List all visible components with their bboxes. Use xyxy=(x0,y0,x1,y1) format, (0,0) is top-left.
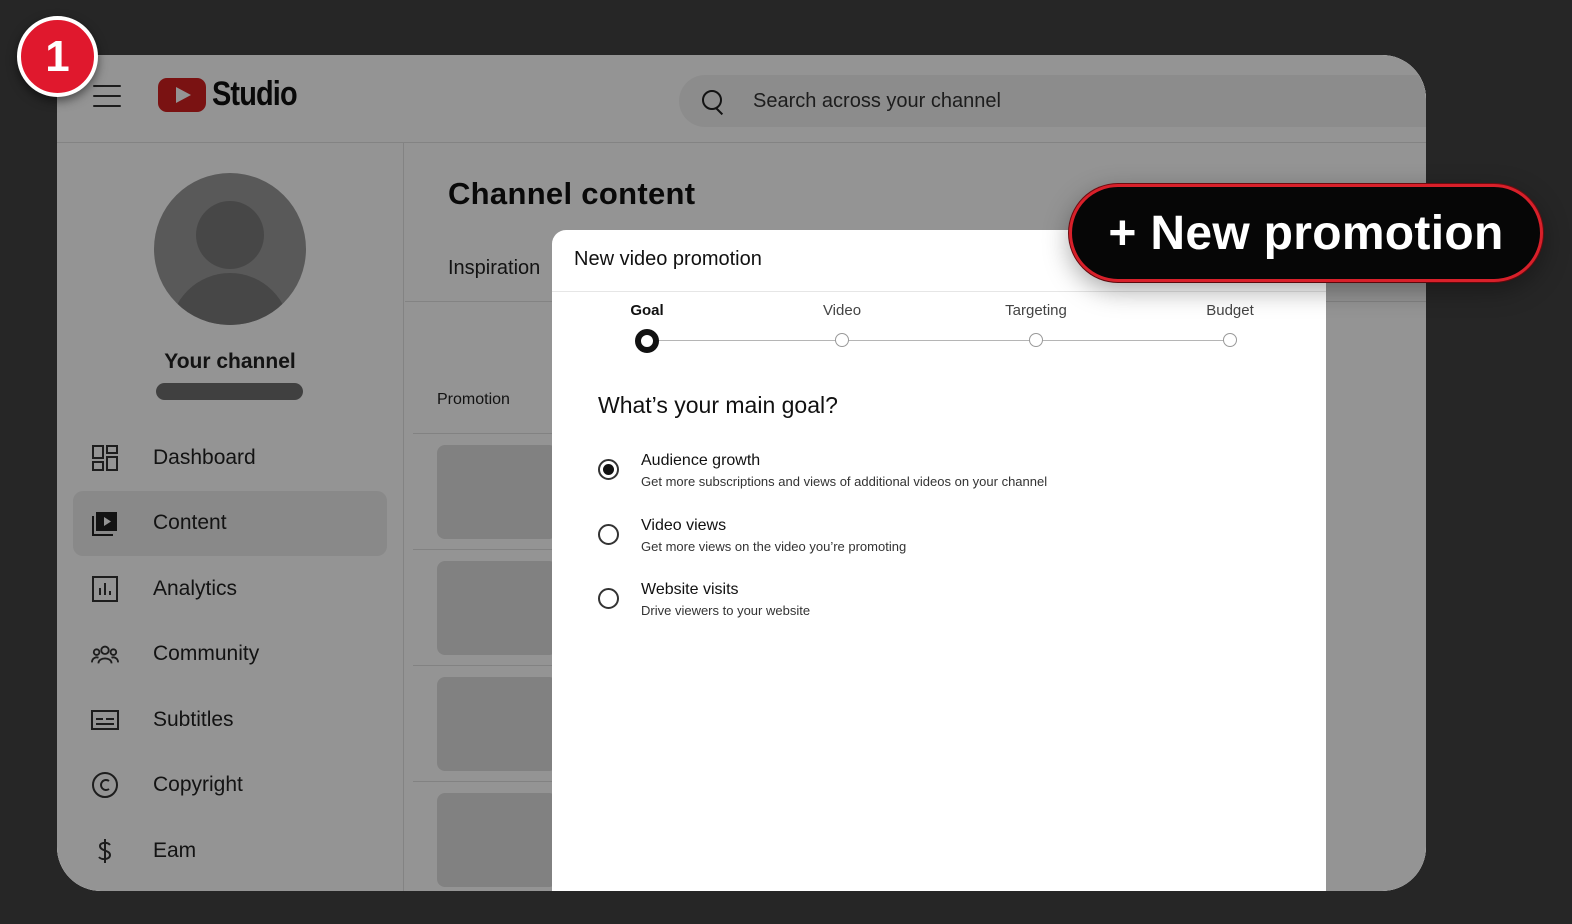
dialog-divider xyxy=(552,291,1326,292)
dashboard-icon xyxy=(91,444,119,472)
step-label: Targeting xyxy=(1005,302,1067,319)
option-description: Get more views on the video you’re promo… xyxy=(641,539,907,554)
sidebar-item-label: Community xyxy=(153,642,260,666)
video-thumbnail[interactable] xyxy=(437,445,557,539)
analytics-icon xyxy=(91,575,119,603)
channel-handle-placeholder xyxy=(156,383,303,400)
studio-logo[interactable]: Studio xyxy=(158,75,312,114)
step-indicator xyxy=(1223,333,1237,347)
radio-button[interactable] xyxy=(598,588,619,609)
sidebar-item-label: Dashboard xyxy=(153,445,256,469)
step-video[interactable]: Video xyxy=(782,302,902,347)
sidebar-item-analytics[interactable]: Analytics xyxy=(73,556,387,622)
tab-inspiration[interactable]: Inspiration xyxy=(448,257,540,280)
hamburger-menu-icon[interactable] xyxy=(93,85,121,107)
logo-text: Studio xyxy=(212,75,298,113)
radio-button[interactable] xyxy=(598,524,619,545)
page-title: Channel content xyxy=(448,176,696,211)
radio-button-selected[interactable] xyxy=(598,459,619,480)
option-label: Website visits xyxy=(641,581,739,598)
sidebar-nav: Dashboard Content Analytics Community Su… xyxy=(73,425,387,884)
sidebar: Your channel Dashboard Content Analytics xyxy=(57,143,404,891)
copyright-icon xyxy=(91,771,119,799)
goal-question: What’s your main goal? xyxy=(598,392,838,418)
row-divider xyxy=(413,549,573,550)
new-promotion-label: + New promotion xyxy=(1108,206,1504,260)
sidebar-item-label: Subtitles xyxy=(153,707,234,731)
step-goal[interactable]: Goal xyxy=(587,302,707,353)
step-indicator-active xyxy=(635,329,659,353)
step-label: Budget xyxy=(1206,302,1254,319)
dollar-icon xyxy=(91,837,119,865)
sidebar-item-label: Eam xyxy=(153,838,197,862)
step-indicator xyxy=(1029,333,1043,347)
goal-option-audience-growth[interactable]: Audience growth Get more subscriptions a… xyxy=(598,452,1298,502)
step-targeting[interactable]: Targeting xyxy=(976,302,1096,347)
sidebar-item-label: Content xyxy=(153,511,227,535)
dialog-title: New video promotion xyxy=(574,248,762,270)
row-divider xyxy=(413,665,573,666)
search-bar xyxy=(679,75,1426,127)
content-icon xyxy=(91,509,119,537)
subtitles-icon xyxy=(91,706,119,734)
promotion-stepper: Goal Video Targeting Budget xyxy=(552,302,1326,362)
new-video-promotion-dialog: New video promotion Goal Video Targeting… xyxy=(552,230,1326,891)
video-thumbnail[interactable] xyxy=(437,677,557,771)
sidebar-item-copyright[interactable]: Copyright xyxy=(73,753,387,819)
row-divider xyxy=(413,433,573,434)
column-header-promotion[interactable]: Promotion xyxy=(437,391,510,409)
option-label: Audience growth xyxy=(641,452,761,469)
sidebar-item-content[interactable]: Content xyxy=(73,490,387,556)
step-number-badge: 1 xyxy=(17,16,98,97)
step-number: 1 xyxy=(45,31,70,81)
step-budget[interactable]: Budget xyxy=(1170,302,1290,347)
row-divider xyxy=(413,781,573,782)
goal-option-website-visits[interactable]: Website visits Drive viewers to your web… xyxy=(598,581,1298,631)
youtube-play-icon xyxy=(158,77,206,112)
avatar[interactable] xyxy=(154,173,306,325)
search-input[interactable] xyxy=(753,89,1353,113)
sidebar-item-label: Copyright xyxy=(153,773,243,797)
step-label: Goal xyxy=(630,302,664,319)
channel-name: Your channel xyxy=(164,350,296,373)
sidebar-item-label: Analytics xyxy=(153,576,238,600)
community-icon xyxy=(91,640,119,668)
new-promotion-button[interactable]: + New promotion xyxy=(1069,184,1543,282)
sidebar-item-dashboard[interactable]: Dashboard xyxy=(73,425,387,491)
stepper-track xyxy=(647,340,1231,341)
goal-option-video-views[interactable]: Video views Get more views on the video … xyxy=(598,517,1298,567)
step-label: Video xyxy=(822,302,862,319)
video-thumbnail[interactable] xyxy=(437,793,557,887)
video-thumbnail[interactable] xyxy=(437,561,557,655)
top-bar: Studio xyxy=(57,55,1426,143)
sidebar-item-community[interactable]: Community xyxy=(73,622,387,688)
option-description: Get more subscriptions and views of addi… xyxy=(641,474,1048,489)
option-description: Drive viewers to your website xyxy=(641,603,811,618)
step-indicator xyxy=(835,333,849,347)
option-label: Video views xyxy=(641,517,727,534)
search-icon[interactable] xyxy=(701,89,725,113)
sidebar-item-earn[interactable]: Eam xyxy=(73,818,387,884)
sidebar-item-subtitles[interactable]: Subtitles xyxy=(73,687,387,753)
